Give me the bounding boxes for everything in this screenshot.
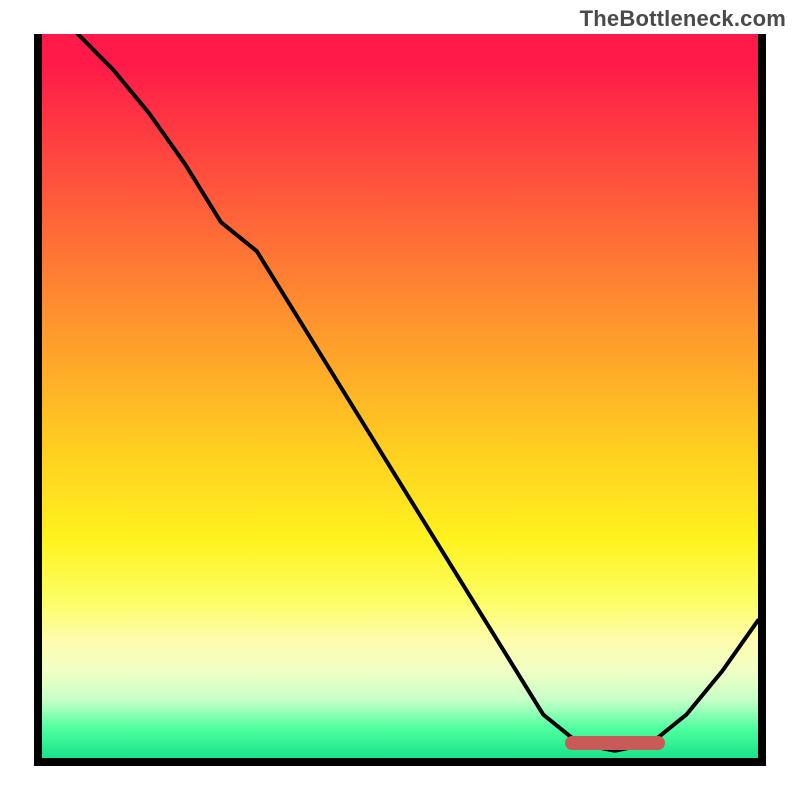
plot-frame [34, 34, 766, 766]
watermark-text: TheBottleneck.com [580, 6, 786, 32]
optimal-range-bar [565, 736, 665, 750]
gradient-background [42, 34, 758, 758]
chart-container: TheBottleneck.com [0, 0, 800, 800]
